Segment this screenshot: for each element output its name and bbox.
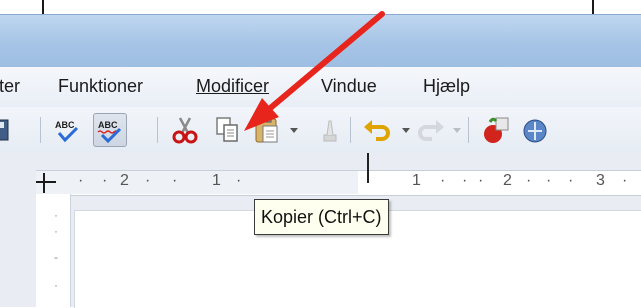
ruler-dots: · — [54, 224, 58, 238]
ruler-dots: · — [145, 172, 151, 189]
toolbar-separator — [40, 117, 41, 143]
copy-button[interactable] — [210, 113, 244, 147]
spellcheck-button[interactable]: ABC — [50, 113, 84, 147]
cut-icon — [172, 117, 198, 144]
copy-tooltip: Kopier (Ctrl+C) — [254, 199, 389, 235]
undo-dropdown-arrow[interactable] — [402, 128, 410, 133]
window-edge-line — [592, 0, 594, 14]
paste-dropdown-arrow[interactable] — [290, 128, 298, 133]
paste-button[interactable] — [250, 113, 284, 147]
redo-icon — [418, 120, 444, 141]
clone-formatting-icon — [323, 120, 337, 142]
standard-toolbar: ABC ABC — [0, 107, 641, 154]
ruler-tick-label: 1 — [412, 172, 421, 189]
navigator-icon — [523, 119, 547, 143]
title-bar[interactable] — [0, 14, 641, 68]
autospellcheck-icon: ABC — [97, 120, 122, 144]
ruler-dots: · — [526, 172, 532, 189]
ruler-dots: · — [236, 172, 242, 189]
ruler-tick-label: 2 — [503, 172, 512, 189]
ruler-dots: · — [78, 172, 84, 189]
menu-item-modificer[interactable]: Modificer — [196, 76, 269, 97]
ruler-dots: · — [568, 172, 574, 189]
clone-formatting-button[interactable] — [312, 113, 346, 147]
window-edge-line — [42, 0, 44, 14]
ruler-tick-label: 3 — [596, 172, 605, 189]
save-button[interactable] — [0, 113, 12, 147]
ruler-dots: · — [440, 172, 446, 189]
vertical-ruler[interactable]: · · - · — [36, 194, 71, 307]
background-window-edge — [0, 0, 641, 14]
svg-text:ABC: ABC — [98, 120, 118, 130]
toolbar-separator — [350, 117, 351, 143]
menu-item-funktioner[interactable]: Funktioner — [58, 76, 143, 97]
ruler-tick-label: 2 — [120, 172, 129, 189]
paste-icon — [255, 115, 278, 143]
insert-object-button[interactable] — [478, 113, 512, 147]
ruler-dots: · — [478, 172, 484, 189]
ruler-dots: · — [54, 278, 58, 292]
ruler-dots: - — [54, 250, 58, 264]
undo-button[interactable] — [360, 113, 394, 147]
ruler-dots: · — [622, 172, 628, 189]
redo-button[interactable] — [414, 113, 448, 147]
ruler-dots: · — [102, 172, 108, 189]
save-icon — [0, 119, 9, 141]
tab-stop-icon[interactable] — [36, 171, 96, 195]
menu-item-view[interactable]: ter — [0, 76, 20, 97]
ruler-tick-label: 1 — [212, 172, 221, 189]
toolbar-separator — [157, 117, 158, 143]
svg-text:ABC: ABC — [55, 120, 75, 130]
copy-icon — [216, 117, 238, 142]
undo-icon — [364, 120, 390, 141]
cut-button[interactable] — [168, 113, 202, 147]
ruler-dots: · — [54, 208, 58, 222]
toolbar-separator — [468, 117, 469, 143]
spellcheck-icon: ABC — [55, 120, 79, 143]
redo-dropdown-arrow[interactable] — [453, 128, 461, 133]
menu-item-hjaelp[interactable]: Hjælp — [423, 76, 470, 97]
ruler-dots: · — [546, 172, 552, 189]
menu-bar: ter Funktioner Modificer Vindue Hjælp — [0, 67, 641, 107]
autospellcheck-button[interactable]: ABC — [93, 113, 127, 147]
ruler-dots: · — [172, 172, 178, 189]
insert-object-icon — [484, 117, 509, 143]
ruler-dots: · — [462, 172, 468, 189]
page-margin-marker — [367, 153, 369, 183]
navigator-button[interactable] — [518, 113, 552, 147]
menu-item-vindue[interactable]: Vindue — [321, 76, 377, 97]
